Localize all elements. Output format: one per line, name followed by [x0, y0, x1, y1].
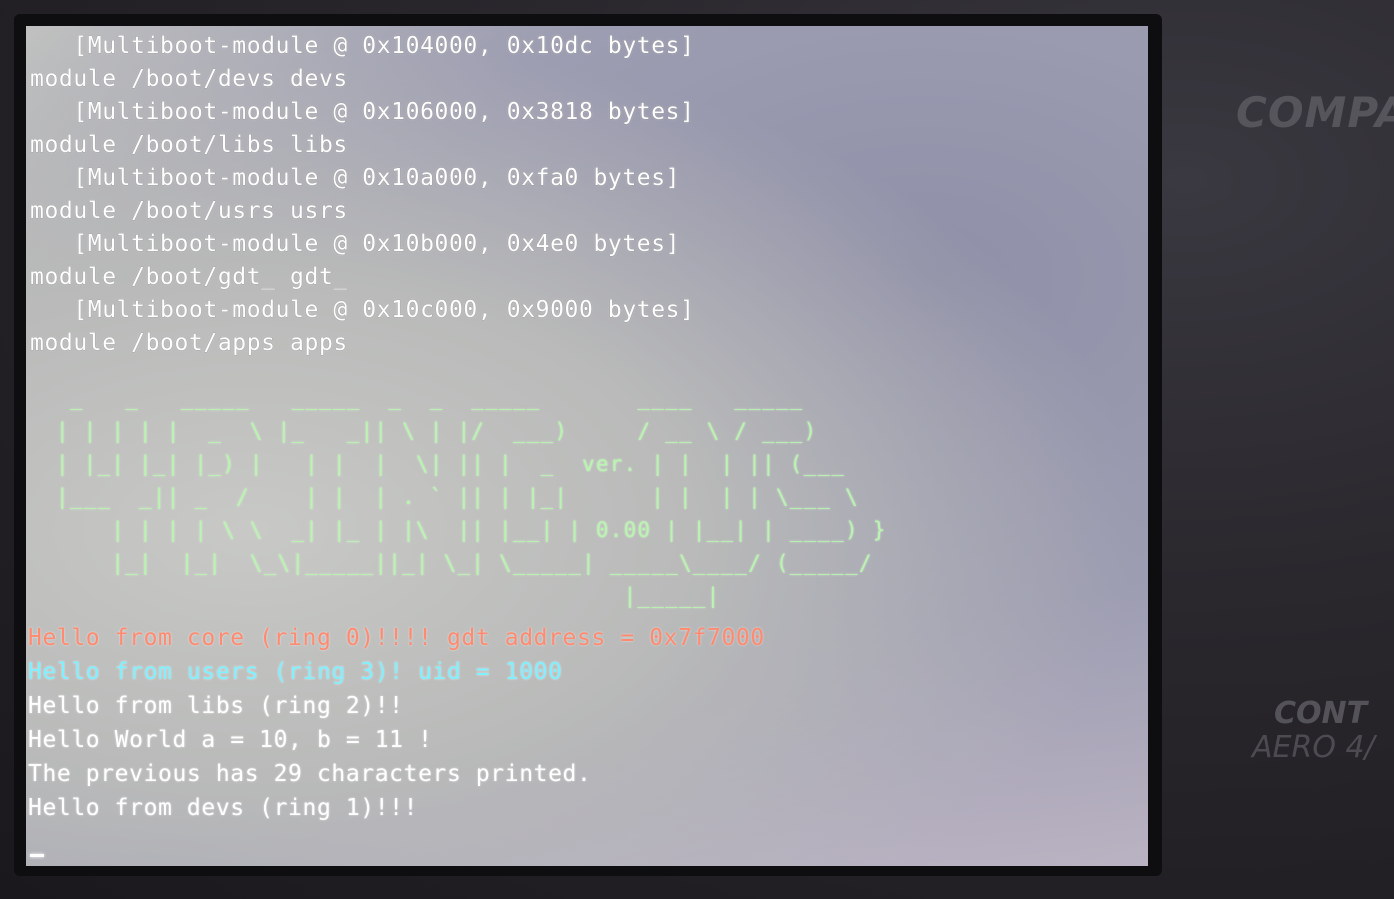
- output-line-devs: Hello from devs (ring 1)!!!: [28, 795, 419, 821]
- boot-log-line: [Multiboot-module @ 0x10a000, 0xfa0 byte…: [30, 165, 681, 191]
- boot-log-line: [Multiboot-module @ 0x10b000, 0x4e0 byte…: [30, 231, 681, 257]
- ascii-logo-line: |_____|: [56, 584, 721, 608]
- boot-log: [Multiboot-module @ 0x104000, 0x10dc byt…: [30, 30, 695, 360]
- ascii-logo-line: |___ _|| _ / | | | . ` || | |_| | | | | …: [56, 485, 859, 509]
- brand-logo: COMPA: [1236, 88, 1394, 137]
- crt-screen: [Multiboot-module @ 0x104000, 0x10dc byt…: [26, 26, 1148, 866]
- output-line-hello-world: Hello World a = 10, b = 11 !: [28, 727, 433, 753]
- boot-log-line: module /boot/apps apps: [30, 330, 348, 356]
- boot-log-line: module /boot/usrs usrs: [30, 198, 348, 224]
- ascii-logo-line: |_| |_| \_\|_____||_| \_| \_____| _____\…: [56, 551, 873, 575]
- output-line-users: Hello from users (ring 3)! uid = 1000: [28, 659, 563, 685]
- boot-log-line: [Multiboot-module @ 0x104000, 0x10dc byt…: [30, 33, 695, 59]
- model-name-line1: CONT: [1274, 696, 1368, 731]
- model-name-line2: AERO 4/: [1252, 730, 1375, 765]
- ascii-logo-line: _ _ _____ _____ _ _ _____ ____ _____: [56, 386, 818, 410]
- text-cursor: [30, 854, 44, 857]
- ascii-os-logo: _ _ _____ _____ _ _ _____ ____ _____ | |…: [56, 382, 887, 613]
- output-line-char-count: The previous has 29 characters printed.: [28, 761, 592, 787]
- ascii-logo-line: | | | | \ \ _| |_ | |\ || |__| | 0.00 | …: [56, 518, 887, 542]
- boot-log-line: module /boot/libs libs: [30, 132, 348, 158]
- output-line-libs: Hello from libs (ring 2)!!: [28, 693, 404, 719]
- ascii-logo-line: | |_| |_| |_) | | | | \| || | _ ver. | |…: [56, 452, 859, 476]
- laptop-bezel: COMPA CONT AERO 4/ [Multiboot-module @ 0…: [0, 0, 1394, 899]
- output-line-core: Hello from core (ring 0)!!!! gdt address…: [28, 625, 765, 651]
- boot-log-line: [Multiboot-module @ 0x10c000, 0x9000 byt…: [30, 297, 695, 323]
- boot-log-line: [Multiboot-module @ 0x106000, 0x3818 byt…: [30, 99, 695, 125]
- boot-log-line: module /boot/gdt_ gdt_: [30, 264, 348, 290]
- boot-log-line: module /boot/devs devs: [30, 66, 348, 92]
- ascii-logo-line: | | | | | _ \ |_ _|| \ | |/ ___) / __ \ …: [56, 419, 832, 443]
- program-output: Hello from core (ring 0)!!!! gdt address…: [28, 621, 765, 825]
